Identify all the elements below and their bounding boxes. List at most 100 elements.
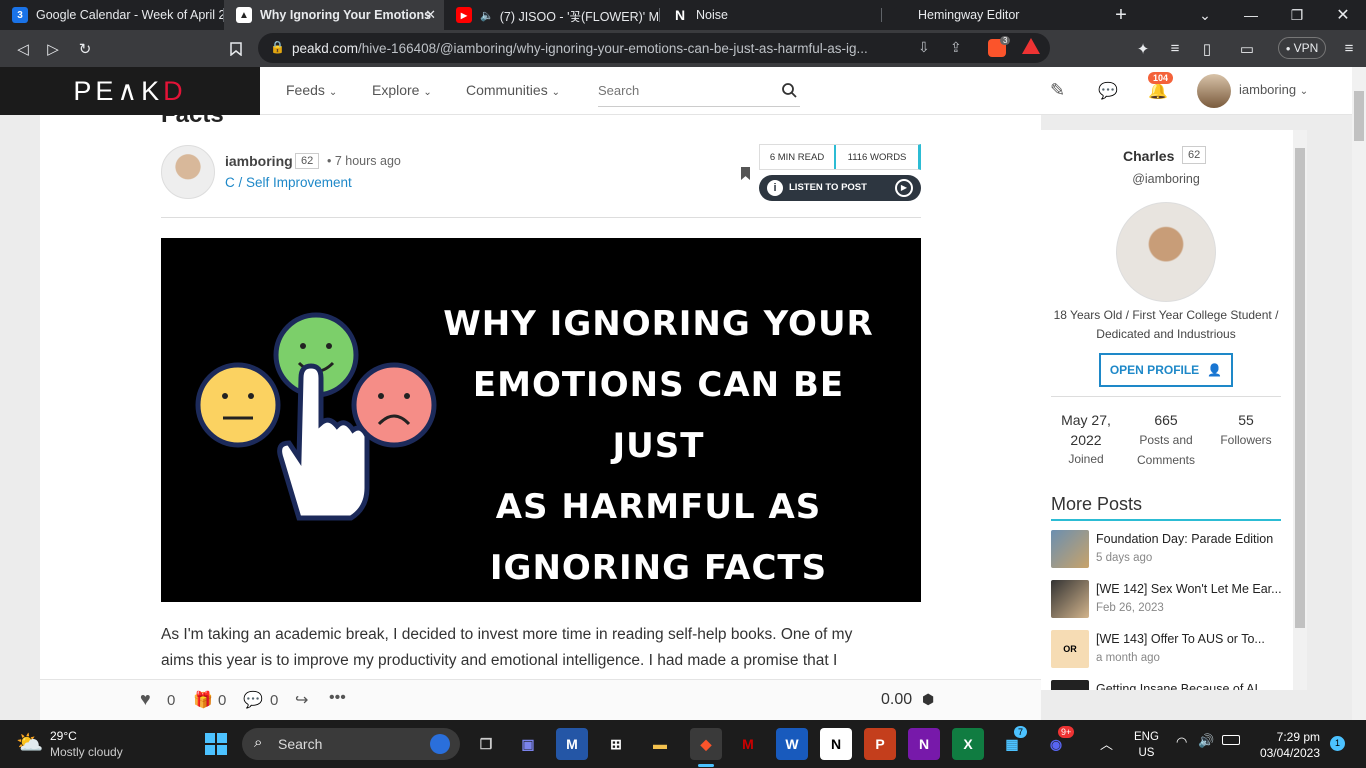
wallet-icon[interactable]: ▭: [1232, 30, 1262, 67]
start-button[interactable]: [200, 728, 232, 760]
mathpix-icon[interactable]: M: [556, 728, 588, 760]
nav-communities[interactable]: Communities ⌄: [466, 82, 560, 98]
profile-avatar[interactable]: [1116, 202, 1216, 302]
heading-underline: [1051, 519, 1281, 521]
menu-icon[interactable]: ≡: [1334, 30, 1364, 67]
followers-stat: 55 Followers: [1211, 410, 1281, 450]
brave-taskbar-icon[interactable]: ◆: [690, 728, 722, 760]
new-tab-button[interactable]: +: [1098, 0, 1144, 30]
nav-explore[interactable]: Explore ⌄: [372, 82, 432, 98]
peakd-logo[interactable]: PE ∧ K D: [0, 67, 260, 115]
battery-icon[interactable]: [1222, 735, 1240, 745]
lang-region: US: [1138, 747, 1155, 759]
task-view-icon[interactable]: ❐: [470, 728, 502, 760]
minimize-button[interactable]: —: [1228, 0, 1274, 30]
chat-icon[interactable]: 💬: [1098, 81, 1118, 101]
author-name[interactable]: iamboring: [225, 153, 293, 169]
post-community[interactable]: C / Self Improvement: [225, 175, 352, 190]
sidebar-scrollbar[interactable]: [1293, 130, 1307, 690]
address-bar[interactable]: 🔒 peakd.com/hive-166408/@iamboring/why-i…: [258, 33, 1050, 63]
mcafee-icon[interactable]: M: [732, 728, 764, 760]
nav-feeds[interactable]: Feeds ⌄: [286, 82, 337, 98]
language-indicator[interactable]: ENG US: [1134, 729, 1159, 761]
chevron-up-icon[interactable]: ︿: [1100, 734, 1113, 753]
page-scroll-thumb[interactable]: [1354, 91, 1364, 141]
clock[interactable]: 7:29 pm 03/04/2023: [1254, 729, 1320, 761]
file-explorer-icon[interactable]: ▬: [644, 728, 676, 760]
back-button[interactable]: ◁: [8, 30, 38, 67]
open-profile-button[interactable]: OPEN PROFILE 👤: [1099, 353, 1233, 387]
download-icon[interactable]: ⇩: [918, 39, 930, 56]
tab-hemingway[interactable]: Hemingway Editor: [882, 0, 1102, 30]
tab-peakd-post[interactable]: ▲ Why Ignoring Your Emotions ✕: [224, 0, 444, 30]
volume-icon[interactable]: 🔊: [1198, 733, 1214, 749]
vote-count: 0: [167, 692, 176, 709]
sidebar-scroll-thumb[interactable]: [1295, 148, 1305, 628]
payout-value[interactable]: 0.00: [881, 691, 912, 709]
bell-icon[interactable]: 🔔: [1148, 81, 1168, 101]
onenote-icon[interactable]: N: [908, 728, 940, 760]
weather-icon[interactable]: ⛅: [16, 730, 43, 756]
notification-center-badge[interactable]: 1: [1330, 736, 1345, 751]
sidebar-icon[interactable]: ▯: [1192, 30, 1222, 67]
weather-temp: 29°C: [50, 729, 77, 743]
listen-to-post-button[interactable]: i LISTEN TO POST ▶: [759, 175, 921, 201]
taskbar-search[interactable]: ⌕ Search: [242, 728, 460, 760]
author-avatar[interactable]: [161, 145, 215, 199]
read-time: 6 MIN READ: [760, 145, 836, 169]
user-menu[interactable]: iamboring ⌄: [1239, 82, 1308, 97]
more-options-icon[interactable]: •••: [329, 689, 346, 707]
brave-rewards-icon[interactable]: [1022, 38, 1040, 54]
wifi-icon[interactable]: ◠: [1176, 734, 1187, 750]
reload-button[interactable]: ↻: [70, 30, 100, 67]
gift-count: 0: [218, 692, 227, 709]
share-icon[interactable]: ⇪: [950, 39, 962, 56]
page-scrollbar[interactable]: [1352, 67, 1366, 720]
more-post-title: Foundation Day: Parade Edition: [1096, 532, 1274, 546]
more-post-item[interactable]: [WE 142] Sex Won't Let Me Ear... Feb 26,…: [1051, 580, 1291, 620]
store-icon[interactable]: ⊞: [600, 728, 632, 760]
audio-playing-icon[interactable]: 🔈: [480, 9, 494, 22]
notion-icon[interactable]: N: [820, 728, 852, 760]
comment-icon[interactable]: 💬: [243, 690, 263, 710]
profile-reputation: 62: [1182, 146, 1207, 164]
more-post-item[interactable]: Foundation Day: Parade Edition 5 days ag…: [1051, 530, 1291, 570]
avatar[interactable]: [1197, 74, 1231, 108]
peakd-favicon-icon: ▲: [236, 7, 252, 23]
logo-text-pe: PE: [73, 75, 118, 106]
share-icon[interactable]: ↪: [295, 690, 308, 710]
bookmark-icon[interactable]: [221, 30, 251, 67]
restore-button[interactable]: ❐: [1274, 0, 1320, 30]
tab-search-chevron-icon[interactable]: ⌄: [1182, 0, 1228, 30]
forward-button[interactable]: ▷: [38, 30, 68, 67]
more-post-item[interactable]: Getting Insane Because of AI: [1051, 680, 1291, 690]
post-thumbnail: [1051, 680, 1089, 690]
browser-tab-bar: 3 Google Calendar - Week of April 2 ▲ Wh…: [0, 0, 1366, 30]
vpn-button[interactable]: ● VPN: [1278, 37, 1326, 59]
tab-google-calendar[interactable]: 3 Google Calendar - Week of April 2: [0, 0, 224, 30]
word-icon[interactable]: W: [776, 728, 808, 760]
teams-chat-icon[interactable]: ▣: [512, 728, 544, 760]
nav-communities-label: Communities: [466, 82, 548, 98]
tab-noise[interactable]: N Noise: [660, 0, 882, 30]
playlist-icon[interactable]: ≡: [1160, 30, 1190, 67]
extensions-icon[interactable]: ✦: [1128, 30, 1158, 67]
more-post-item[interactable]: OR [WE 143] Offer To AUS or To... a mont…: [1051, 630, 1291, 670]
search-icon[interactable]: [782, 83, 797, 98]
close-tab-icon[interactable]: ✕: [425, 7, 436, 23]
browser-toolbar: ◁ ▷ ↻ 🔒 peakd.com/hive-166408/@iamboring…: [0, 30, 1366, 67]
tab-youtube-jisoo[interactable]: ▶ 🔈 (7) JISOO - '꽃(FLOWER)' M/V: [444, 0, 660, 30]
bookmark-icon[interactable]: [741, 167, 750, 180]
post-title: Facts: [161, 115, 224, 129]
upvote-icon[interactable]: ♥: [140, 689, 151, 710]
gift-icon[interactable]: 🎁: [193, 690, 213, 710]
close-window-button[interactable]: ✕: [1320, 0, 1366, 30]
excel-icon[interactable]: X: [952, 728, 984, 760]
word-count: 1116 WORDS: [847, 151, 907, 163]
pencil-icon[interactable]: ✎: [1050, 80, 1065, 101]
hero-line: IGNORING FACTS: [489, 548, 828, 588]
search-input[interactable]: [598, 83, 768, 98]
emotion-faces-illustration: [195, 312, 437, 521]
followers-count: 55: [1238, 412, 1254, 428]
powerpoint-icon[interactable]: P: [864, 728, 896, 760]
